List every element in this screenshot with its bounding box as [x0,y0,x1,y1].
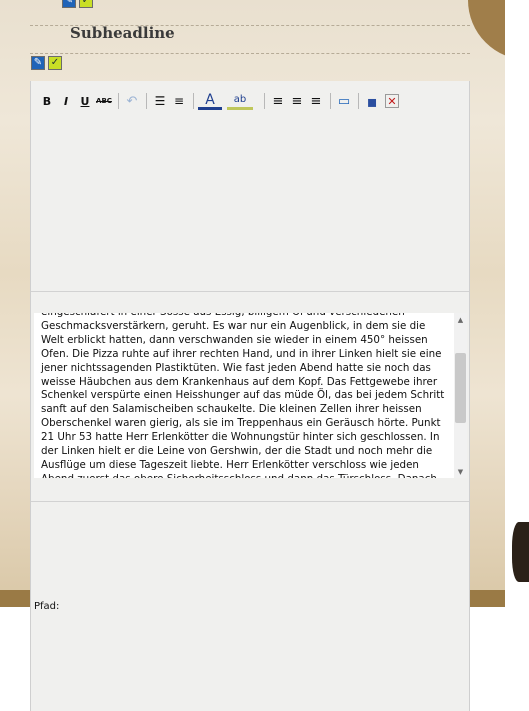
bullet-list-button[interactable]: ☰ [151,92,169,110]
editor-text[interactable]: eingeschläfert in einer Sosse aus Essig,… [41,313,451,478]
scroll-down-icon[interactable]: ▼ [454,465,467,478]
rich-text-editor: B I U ABC ↶ ☰ ≡ A ab ≡ ≡ ≡ ▭ ▪ ✕ eingesc… [30,81,470,711]
scroll-up-icon[interactable]: ▲ [454,313,467,326]
align-right-button[interactable]: ≡ [307,92,325,110]
editor-divider [31,501,469,502]
edit-icon[interactable]: ✎ [31,56,45,70]
edit-icon[interactable]: ✎ [62,0,76,8]
toolbar-separator [358,93,359,109]
subheadline-title: Subheadline [70,24,175,42]
editor-toolbar: B I U ABC ↶ ☰ ≡ A ab ≡ ≡ ≡ ▭ ▪ ✕ [38,92,400,111]
scrollbar-thumb[interactable] [455,353,466,423]
align-left-button[interactable]: ≡ [269,92,287,110]
confirm-icon[interactable]: ✓ [79,0,93,8]
editor-scrollbar[interactable]: ▲ ▼ [454,313,467,478]
bold-button[interactable]: B [38,92,56,110]
font-color-button[interactable]: A [198,92,222,110]
strikethrough-button[interactable]: ABC [95,92,113,110]
align-center-button[interactable]: ≡ [288,92,306,110]
right-margin [505,0,529,711]
editor-divider [31,291,469,292]
toolbar-separator [118,93,119,109]
heading-divider-bottom [30,53,470,54]
path-label: Pfad: [34,601,60,612]
ink-splash-decoration [512,522,529,582]
toolbar-separator [330,93,331,109]
editor-content-area[interactable]: eingeschläfert in einer Sosse aus Essig,… [34,313,467,478]
italic-button[interactable]: I [57,92,75,110]
highlight-color-button[interactable]: ab [227,92,253,110]
underline-button[interactable]: U [76,92,94,110]
undo-button[interactable]: ↶ [123,92,141,110]
toolbar-separator [146,93,147,109]
save-button[interactable]: ▪ [363,92,381,111]
cancel-button[interactable]: ✕ [385,94,399,108]
toolbar-separator [193,93,194,109]
toolbar-separator [264,93,265,109]
confirm-icon[interactable]: ✓ [48,56,62,70]
source-view-button[interactable]: ▭ [335,92,353,110]
numbered-list-button[interactable]: ≡ [170,92,188,110]
